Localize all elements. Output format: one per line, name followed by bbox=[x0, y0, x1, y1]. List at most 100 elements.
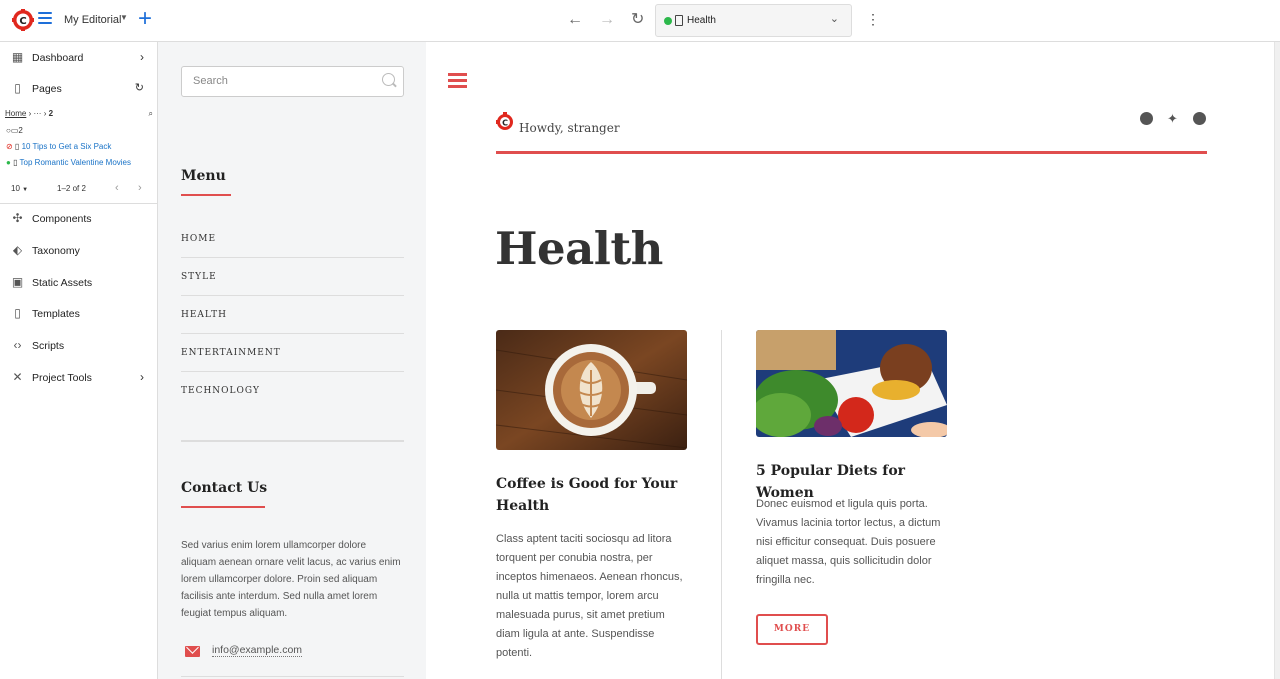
menu-item-label[interactable]: HOME bbox=[181, 234, 216, 244]
sidebar-toggle-icon[interactable] bbox=[448, 73, 467, 89]
search-input[interactable]: Search bbox=[181, 66, 404, 97]
sidebar-item-templates[interactable]: ▯ Templates bbox=[0, 303, 158, 327]
caret-down-icon[interactable]: ▼ bbox=[120, 13, 128, 22]
file-icon: ▯ bbox=[14, 306, 21, 320]
sidebar-item-label: Pages bbox=[32, 83, 62, 95]
github-icon[interactable] bbox=[1193, 112, 1206, 125]
column-divider bbox=[721, 330, 722, 679]
search-icon[interactable] bbox=[382, 73, 395, 86]
sidebar-item-scripts[interactable]: ‹› Scripts bbox=[0, 335, 158, 359]
tools-icon: ✕ bbox=[12, 370, 23, 384]
site-switcher[interactable]: My Editorial bbox=[64, 14, 121, 26]
chevron-right-icon: › bbox=[140, 50, 144, 64]
menu-item-health[interactable]: HEALTH bbox=[181, 296, 404, 334]
search-placeholder: Search bbox=[193, 75, 228, 87]
envelope-icon bbox=[185, 646, 200, 657]
menu-item-label[interactable]: TECHNOLOGY bbox=[181, 386, 260, 396]
address-label: Health bbox=[687, 15, 716, 26]
sidebar-item-pages[interactable]: ▯ Pages ↻ bbox=[0, 78, 158, 102]
more-button[interactable]: MORE bbox=[756, 614, 828, 645]
tree-folder-label: 2 bbox=[18, 126, 23, 135]
tree-page-row[interactable]: ● ▯ Top Romantic Valentine Movies bbox=[6, 158, 131, 167]
heading-underline bbox=[181, 194, 231, 196]
forward-arrow-icon[interactable]: → bbox=[599, 10, 615, 30]
sidebar-item-components[interactable]: ✣ Components bbox=[0, 208, 158, 232]
pager: 10 ▼ 1–2 of 2 ‹ › bbox=[11, 182, 151, 194]
tree-folder-row[interactable]: ○▭2 bbox=[6, 126, 23, 135]
contact-heading: Contact Us bbox=[181, 480, 268, 496]
header-rule bbox=[496, 151, 1207, 154]
facebook-icon[interactable] bbox=[1140, 112, 1153, 125]
menu-toggle-icon[interactable] bbox=[38, 12, 52, 26]
sidebar-item-dashboard[interactable]: ▦ Dashboard › bbox=[0, 47, 158, 71]
sidebar-item-label: Static Assets bbox=[32, 277, 93, 289]
breadcrumb-home[interactable]: Home bbox=[5, 109, 26, 118]
breadcrumb: Home › ··· › 2 ⌕ bbox=[5, 109, 155, 118]
heading-underline bbox=[181, 506, 265, 508]
menu-item-home[interactable]: HOME bbox=[181, 220, 404, 258]
menu-item-technology[interactable]: TECHNOLOGY bbox=[181, 372, 404, 410]
tree-page-row[interactable]: ⊘ ▯ 10 Tips to Get a Six Pack bbox=[6, 142, 111, 151]
left-sidebar: ▦ Dashboard › ▯ Pages ↻ Home › ··· › 2 ⌕… bbox=[0, 42, 158, 679]
sidebar-item-taxonomy[interactable]: ⬖ Taxonomy bbox=[0, 240, 158, 264]
crafter-logo-icon[interactable]: C bbox=[12, 9, 34, 31]
breadcrumb-ellipsis[interactable]: ··· bbox=[33, 109, 41, 118]
chevron-down-icon[interactable]: ⌄ bbox=[830, 12, 839, 25]
refresh-icon[interactable]: ↻ bbox=[135, 81, 144, 94]
page-icon bbox=[675, 15, 683, 26]
tag-icon: ⬖ bbox=[12, 243, 23, 257]
twitter-icon[interactable]: ✦ bbox=[1166, 112, 1179, 125]
page-title: Health bbox=[495, 222, 663, 275]
per-page-select[interactable]: 10 bbox=[11, 184, 20, 193]
sidebar-item-label: Taxonomy bbox=[32, 245, 80, 257]
search-icon[interactable]: ⌕ bbox=[149, 109, 153, 119]
refresh-icon[interactable]: ↻ bbox=[631, 10, 644, 30]
add-content-button[interactable]: + bbox=[138, 5, 152, 33]
divider bbox=[181, 440, 404, 442]
sidebar-item-project-tools[interactable]: ✕ Project Tools › bbox=[0, 367, 158, 391]
sidebar-item-label: Scripts bbox=[32, 340, 65, 352]
image-icon: ▣ bbox=[11, 275, 24, 289]
page-preview: C Howdy, stranger ✦ Health Coffee is Goo… bbox=[426, 42, 1280, 679]
puzzle-icon: ✣ bbox=[12, 211, 23, 225]
email-link[interactable]: info@example.com bbox=[212, 644, 303, 657]
site-sidebar: Search Menu HOME STYLE HEALTH ENTERTAINM… bbox=[158, 42, 426, 679]
previous-page-icon[interactable]: ‹ bbox=[115, 182, 119, 194]
svg-text:C: C bbox=[502, 119, 508, 128]
page-icon: ▯ bbox=[10, 158, 20, 167]
page-icon: ▯ bbox=[14, 81, 21, 95]
scrollbar[interactable] bbox=[1274, 42, 1280, 679]
more-options-icon[interactable]: ⋮ bbox=[866, 11, 880, 27]
menu-item-label[interactable]: ENTERTAINMENT bbox=[181, 348, 281, 358]
sidebar-divider bbox=[0, 203, 158, 204]
menu-item-entertainment[interactable]: ENTERTAINMENT bbox=[181, 334, 404, 372]
coffee-image[interactable] bbox=[496, 330, 687, 450]
sidebar-item-label: Templates bbox=[32, 308, 80, 320]
article-summary: Class aptent taciti sociosqu ad litora t… bbox=[496, 533, 683, 659]
next-page-icon[interactable]: › bbox=[138, 182, 142, 194]
tree-page-link[interactable]: 10 Tips to Get a Six Pack bbox=[22, 142, 112, 151]
contact-text: Sed varius enim lorem ullamcorper dolore… bbox=[181, 540, 401, 619]
svg-text:C: C bbox=[19, 16, 26, 27]
address-bar[interactable]: Health ⌄ bbox=[655, 4, 852, 37]
menu-heading: Menu bbox=[181, 168, 226, 184]
greeting: Howdy, stranger bbox=[519, 121, 620, 135]
menu-item-label[interactable]: STYLE bbox=[181, 272, 217, 282]
page-icon: ▯ bbox=[12, 142, 22, 151]
sidebar-item-label: Components bbox=[32, 213, 92, 225]
article-summary: Donec euismod et ligula quis porta. Viva… bbox=[756, 498, 941, 586]
back-arrow-icon[interactable]: ← bbox=[567, 10, 583, 30]
tree-page-link[interactable]: Top Romantic Valentine Movies bbox=[20, 158, 131, 167]
sidebar-item-static-assets[interactable]: ▣ Static Assets bbox=[0, 272, 158, 296]
top-toolbar: C My Editorial ▼ + ← → ↻ Health ⌄ ⋮ bbox=[0, 0, 1280, 42]
sidebar-item-label: Dashboard bbox=[32, 52, 84, 64]
caret-down-icon[interactable]: ▼ bbox=[22, 187, 28, 193]
sidebar-item-label: Project Tools bbox=[32, 372, 92, 384]
code-icon: ‹› bbox=[13, 338, 22, 352]
article-title[interactable]: Coffee is Good for Your Health bbox=[496, 473, 696, 517]
menu-item-style[interactable]: STYLE bbox=[181, 258, 404, 296]
dashboard-icon: ▦ bbox=[11, 50, 24, 64]
menu-item-label[interactable]: HEALTH bbox=[181, 310, 227, 320]
food-image[interactable] bbox=[756, 330, 947, 437]
chevron-right-icon: › bbox=[140, 370, 144, 384]
